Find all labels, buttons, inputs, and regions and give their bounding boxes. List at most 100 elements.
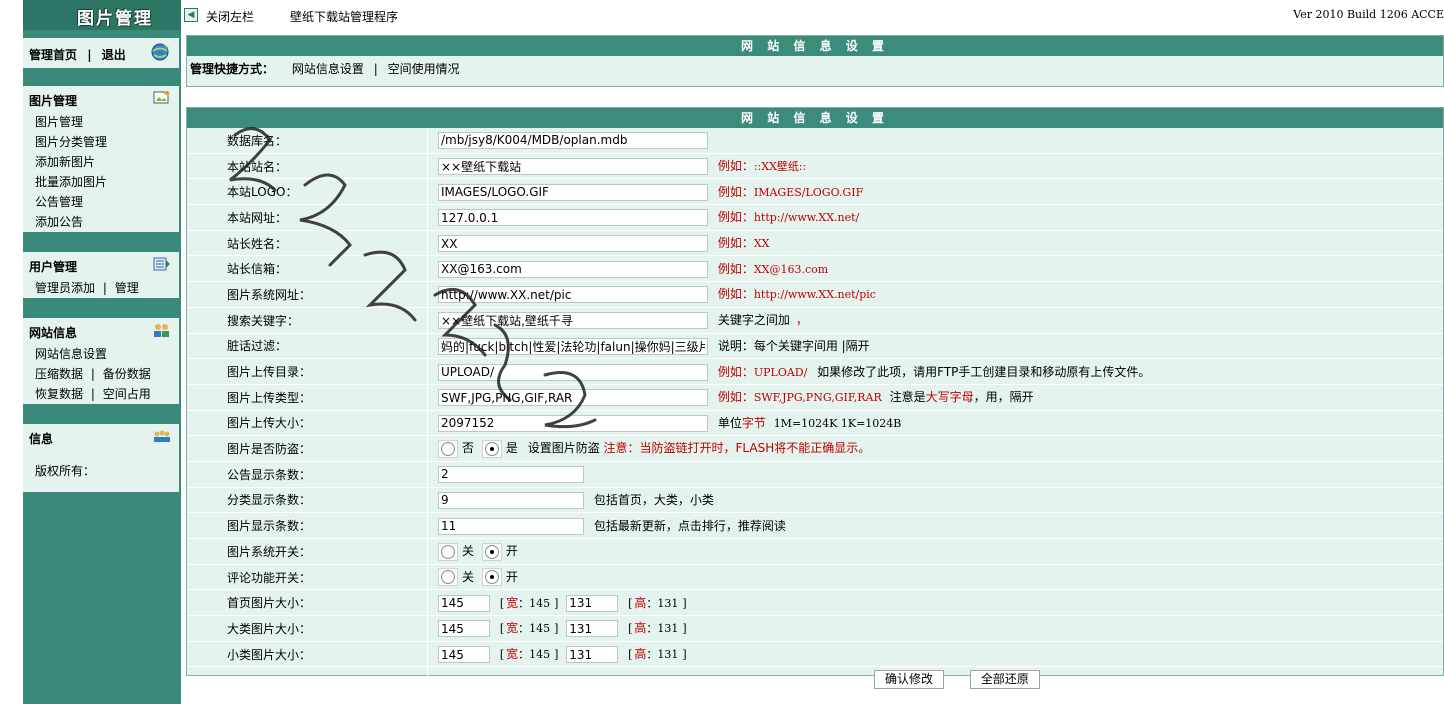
example-prefix: 例如： — [717, 210, 754, 225]
upload-type-note1: 注意是 — [889, 390, 926, 405]
sidebar-section-header: 用户管理 — [23, 252, 179, 278]
word-filter-input[interactable] — [438, 337, 708, 355]
upload-type-example: SWF,JPG,PNG,GIF,RAR — [753, 391, 882, 405]
sidebar-section-header: 图片管理 — [23, 86, 179, 112]
form-row-upload-size: 图片上传大小： 单位字节 1M=1024K 1K=1024B — [187, 410, 1443, 437]
collapse-left-icon[interactable]: ◀ — [184, 8, 198, 22]
sidebar-section-info: 信息 版权所有： — [23, 424, 179, 492]
big-height-input[interactable] — [566, 620, 619, 638]
form-row-image-count: 图片显示条数： 包括最新更新，点击排行，推荐阅读 — [187, 512, 1443, 539]
form-row-db: 数据库名： — [187, 128, 1443, 154]
settings-panel-header: 网 站 信 息 设 置 — [187, 108, 1443, 128]
sidebar-section-images: 图片管理 图片管理 图片分类管理 添加新图片 批量添加图片 公告管理 添加公告 — [23, 86, 179, 232]
comment-off-label: 关 — [462, 569, 475, 584]
label-site-name: 本站站名： — [187, 153, 427, 180]
example-prefix: 例如： — [717, 236, 754, 251]
anti-leech-no-radio[interactable] — [441, 441, 455, 456]
label-admin: 站长姓名： — [187, 230, 427, 257]
big-width-input[interactable] — [438, 620, 490, 638]
form-row-big-size: 大类图片大小： [宽：145] [高：131] — [187, 615, 1443, 642]
comment-on-label: 开 — [505, 569, 518, 584]
users-group-icon — [154, 324, 169, 337]
category-count-note: 包括首页，大类，小类 — [593, 492, 714, 507]
upload-dir-input[interactable] — [438, 363, 708, 381]
sidebar-item-space-usage[interactable]: 空间占用 — [103, 387, 151, 401]
upload-size-note2: 1M=1024K 1K=1024B — [773, 416, 902, 430]
anti-leech-yes-radio[interactable] — [484, 441, 499, 456]
system-on-label: 开 — [505, 544, 518, 559]
reset-button[interactable]: 全部还原 — [969, 670, 1040, 690]
submit-button[interactable]: 确认修改 — [874, 670, 945, 690]
sidebar-item-admin-manage[interactable]: 管理 — [115, 281, 139, 295]
form-row-notice-count: 公告显示条数： — [187, 461, 1443, 488]
quick-label: 管理快捷方式： — [190, 62, 275, 76]
sidebar-item-image-manage[interactable]: 图片管理 — [23, 112, 179, 132]
height-label: 高 — [634, 595, 647, 610]
sidebar-item-notice-manage[interactable]: 公告管理 — [23, 192, 179, 212]
sidebar-item-compress-data[interactable]: 压缩数据 — [35, 367, 83, 381]
small-height-input[interactable] — [566, 646, 619, 664]
img-url-example: http://www.XX.net/pic — [753, 288, 876, 302]
sidebar-section-site-info: 网站信息 网站信息设置 压缩数据 | 备份数据 恢复数据 | 空间占用 — [23, 318, 179, 404]
sidebar-item-admin: 管理员添加 | 管理 — [35, 281, 139, 295]
system-off-radio[interactable] — [441, 544, 455, 559]
form-row-anti-leech: 图片是否防盗： 否 是 设置图片防盗 注意：当防盗链打开时，FLASH将不能正确… — [187, 435, 1443, 462]
sidebar-item-backup-data[interactable]: 备份数据 — [103, 367, 151, 381]
sidebar-item-add-admin[interactable]: 管理员添加 — [35, 281, 95, 295]
big-width-value: 145 — [529, 622, 551, 636]
label-category-count: 分类显示条数： — [187, 487, 427, 514]
comment-on-radio[interactable] — [484, 570, 499, 585]
example-prefix: 例如： — [717, 184, 754, 199]
quick-links: 管理快捷方式： 网站信息设置 | 空间使用情况 — [187, 56, 1443, 82]
home-link[interactable]: 管理首页 — [29, 48, 77, 62]
upload-type-input[interactable] — [438, 389, 708, 407]
db-name-input[interactable] — [438, 131, 708, 149]
small-width-value: 145 — [529, 648, 551, 662]
site-url-input[interactable] — [438, 209, 708, 227]
quick-link-space-usage[interactable]: 空间使用情况 — [388, 62, 460, 76]
quick-link-site-settings[interactable]: 网站信息设置 — [292, 62, 364, 76]
form-row-upload-type: 图片上传类型： 例如：SWF,JPG,PNG,GIF,RAR 注意是大写字母，用… — [187, 384, 1443, 411]
height-label: 高 — [634, 621, 647, 636]
logo-input[interactable] — [438, 183, 708, 201]
comment-off-radio[interactable] — [441, 570, 455, 585]
site-name-input[interactable] — [438, 158, 708, 176]
sidebar-item-restore-data[interactable]: 恢复数据 — [35, 387, 83, 401]
sidebar-item-site-settings[interactable]: 网站信息设置 — [23, 344, 179, 364]
category-count-input[interactable] — [438, 491, 584, 509]
close-sidebar-link[interactable]: 关闭左栏 — [206, 8, 254, 25]
logo-example: IMAGES/LOGO.GIF — [753, 185, 864, 199]
sidebar-item-data-row2: 恢复数据 | 空间占用 — [35, 387, 151, 401]
home-globe-icon — [151, 43, 169, 61]
small-width-input[interactable] — [438, 646, 490, 664]
image-system-url-input[interactable] — [438, 286, 708, 304]
label-upload-size: 图片上传大小： — [187, 410, 427, 437]
logout-link[interactable]: 退出 — [102, 48, 126, 62]
width-label: 宽 — [506, 595, 519, 610]
label-upload-dir: 图片上传目录： — [187, 358, 427, 385]
admin-name-input[interactable] — [438, 235, 708, 253]
sidebar-item-add-notice[interactable]: 添加公告 — [23, 212, 179, 232]
form-row-comment-switch: 评论功能开关： 关 开 — [187, 564, 1443, 591]
admin-email-input[interactable] — [438, 260, 708, 278]
url-example: http://www.XX.net/ — [753, 211, 860, 225]
system-off-label: 关 — [462, 544, 475, 559]
home-height-input[interactable] — [566, 594, 619, 612]
width-label: 宽 — [506, 647, 519, 662]
upload-size-note-red: 字节 — [741, 415, 766, 430]
user-list-icon — [153, 257, 170, 271]
form-row-category-count: 分类显示条数： 包括首页，大类，小类 — [187, 487, 1443, 514]
home-width-input[interactable] — [438, 594, 490, 612]
label-anti-leech: 图片是否防盗： — [187, 435, 427, 462]
image-count-input[interactable] — [438, 517, 584, 535]
sidebar-item-add-image[interactable]: 添加新图片 — [23, 152, 179, 172]
nav-separator: | — [87, 48, 92, 62]
sidebar-item-batch-add[interactable]: 批量添加图片 — [23, 172, 179, 192]
keywords-input[interactable] — [438, 312, 708, 330]
sidebar-item-category-manage[interactable]: 图片分类管理 — [23, 132, 179, 152]
label-system-switch: 图片系统开关： — [187, 538, 427, 565]
system-on-radio[interactable] — [484, 544, 499, 559]
upload-size-note1: 单位 — [717, 415, 742, 430]
notice-count-input[interactable] — [438, 465, 584, 483]
upload-size-input[interactable] — [438, 414, 708, 432]
